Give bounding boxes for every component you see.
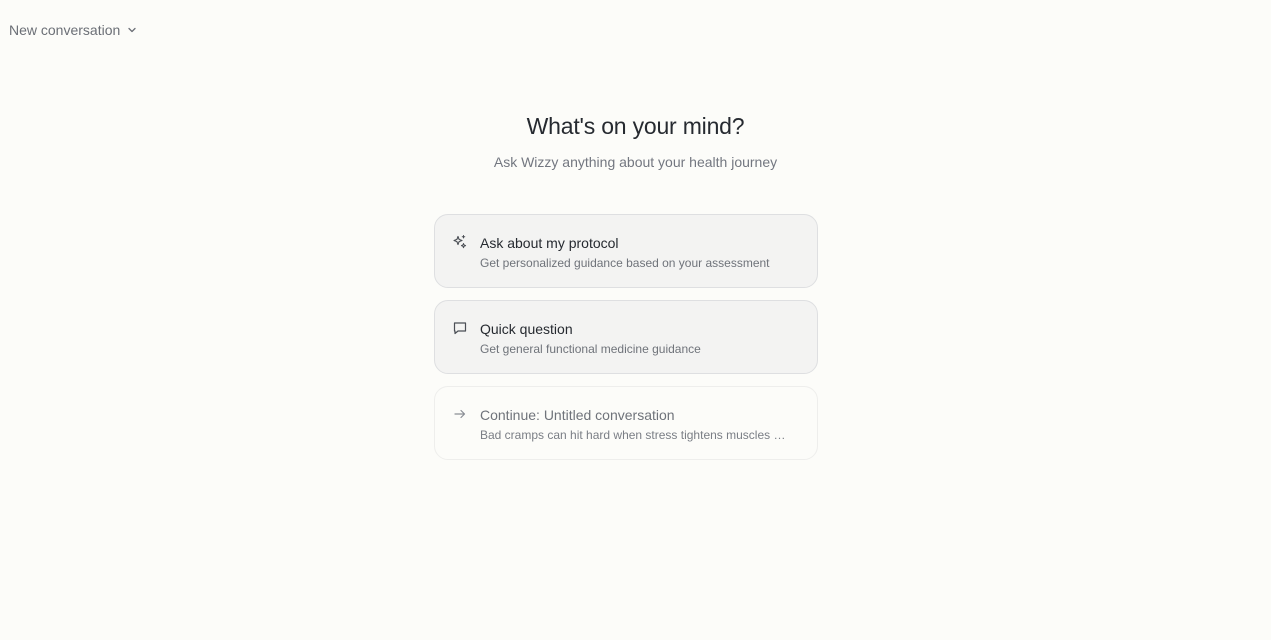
- continue-conversation-card[interactable]: Continue: Untitled conversation Bad cram…: [434, 386, 818, 460]
- chat-bubble-icon: [453, 322, 467, 335]
- card-description: Bad cramps can hit hard when stress tigh…: [480, 428, 786, 442]
- ask-protocol-card[interactable]: Ask about my protocol Get personalized g…: [434, 214, 818, 288]
- card-description: Get personalized guidance based on your …: [480, 256, 770, 270]
- page-title: What's on your mind?: [526, 113, 745, 139]
- welcome-section: What's on your mind? Ask Wizzy anything …: [0, 113, 1271, 170]
- conversation-menu-button[interactable]: New conversation: [9, 22, 137, 38]
- arrow-right-icon: [454, 409, 466, 419]
- sparkles-icon: [453, 235, 467, 249]
- card-title: Continue: Untitled conversation: [480, 407, 675, 423]
- card-title: Quick question: [480, 321, 573, 337]
- card-description: Get general functional medicine guidance: [480, 342, 701, 356]
- chevron-down-icon: [128, 27, 136, 33]
- conversation-menu-label: New conversation: [9, 22, 121, 38]
- card-title: Ask about my protocol: [480, 235, 619, 251]
- page-subtitle: Ask Wizzy anything about your health jou…: [493, 154, 778, 170]
- quick-question-card[interactable]: Quick question Get general functional me…: [434, 300, 818, 374]
- suggestion-list: Ask about my protocol Get personalized g…: [434, 214, 818, 472]
